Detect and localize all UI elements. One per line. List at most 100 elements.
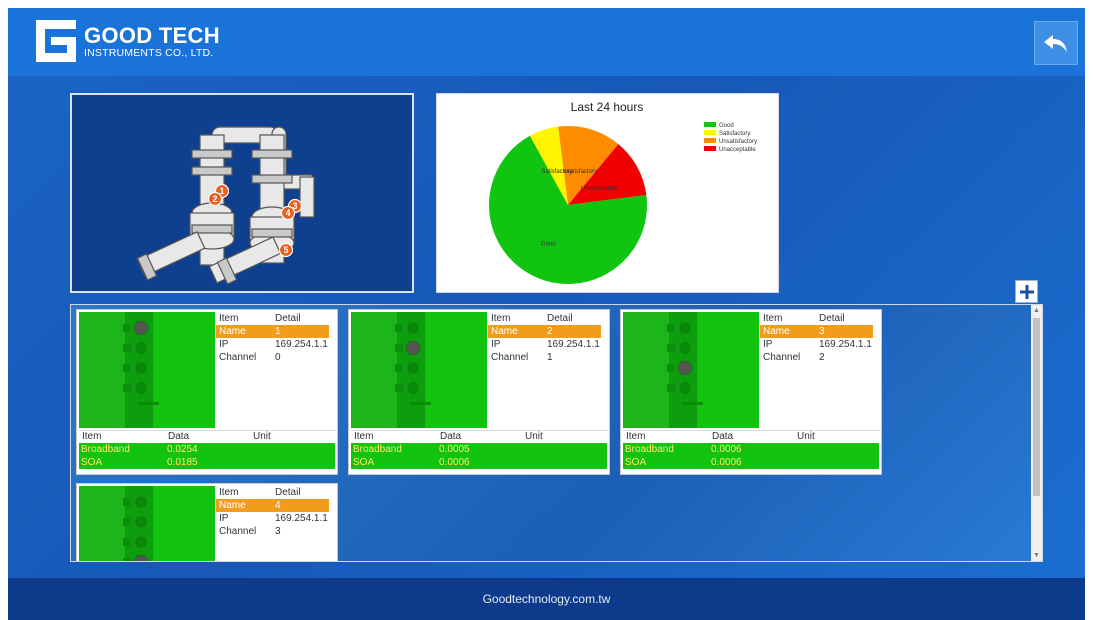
info-value: 4 bbox=[275, 500, 281, 511]
info-header-item: Item bbox=[219, 487, 239, 498]
measurement-header-unit: Unit bbox=[253, 431, 271, 442]
back-arrow-icon bbox=[1044, 35, 1067, 52]
measurement-header-data: Data bbox=[712, 431, 734, 442]
device-list-panel: Item Detail Name 1 IP 169.254.1.1 Channel 0 Item… bbox=[70, 304, 1043, 562]
info-value: 169.254.1.1 bbox=[547, 339, 600, 350]
brand: GOOD TECH INSTRUMENTS CO., LTD. bbox=[84, 23, 220, 60]
measurement-value: 0.0254 bbox=[167, 444, 198, 455]
measurement-header-unit: Unit bbox=[525, 431, 543, 442]
device-image bbox=[79, 486, 215, 561]
info-row: Name 2 bbox=[488, 325, 601, 338]
pipe-diagram-panel: 1 2 3 4 5 bbox=[70, 93, 414, 293]
measurement-header-row: Item Data Unit bbox=[79, 430, 337, 442]
measurement-row: SOA 0.0006 bbox=[351, 456, 607, 469]
back-button[interactable] bbox=[1034, 21, 1078, 65]
measurement-item: SOA bbox=[81, 457, 103, 468]
pipe-diagram: 1 2 3 4 5 bbox=[136, 126, 315, 285]
measurement-value: 0.0005 bbox=[439, 444, 470, 455]
device-card[interactable]: Item Detail Name 2 IP 169.254.1.1 Channel 1 Item… bbox=[348, 309, 610, 475]
info-value: 169.254.1.1 bbox=[819, 339, 872, 350]
info-header-row: Item Detail bbox=[216, 312, 338, 325]
info-header-detail: Detail bbox=[819, 313, 845, 324]
measurement-table: Item Data Unit Broadband 0.0254 SOA 0.0185 bbox=[79, 430, 337, 469]
measurement-value: 0.0006 bbox=[711, 457, 742, 468]
info-row: Channel 3 bbox=[216, 525, 338, 538]
info-key: IP bbox=[763, 339, 773, 350]
info-header-row: Item Detail bbox=[760, 312, 882, 325]
sensor-marker-2[interactable]: 2 bbox=[207, 191, 223, 207]
measurement-rows: Broadband 0.0254 SOA 0.0185 bbox=[79, 443, 335, 469]
info-value: 2 bbox=[547, 326, 553, 337]
legend-label: Unsatisfactory bbox=[719, 139, 757, 145]
device-card[interactable]: Item Detail Name 1 IP 169.254.1.1 Channel 0 Item… bbox=[76, 309, 338, 475]
measurement-value: 0.0006 bbox=[711, 444, 742, 455]
measurement-table: Item Data Unit Broadband 0.0005 SOA 0.0006 bbox=[351, 430, 609, 469]
measurement-row: Broadband 0.0005 bbox=[351, 443, 607, 456]
info-key: Channel bbox=[219, 352, 257, 363]
scroll-down-icon[interactable]: ▼ bbox=[1031, 550, 1042, 561]
sensor-marker-5[interactable]: 5 bbox=[278, 242, 294, 258]
info-key: Channel bbox=[219, 526, 257, 537]
info-key: IP bbox=[219, 513, 229, 524]
info-key: Name bbox=[219, 500, 246, 511]
device-card[interactable]: Item Detail Name 3 IP 169.254.1.1 Channel 2 Item… bbox=[620, 309, 882, 475]
device-image bbox=[351, 312, 487, 428]
header-bar: GOOD TECH INSTRUMENTS CO., LTD. bbox=[8, 8, 1085, 76]
info-key: Channel bbox=[491, 352, 529, 363]
sensor-marker-4[interactable]: 4 bbox=[280, 205, 296, 221]
info-key: Channel bbox=[763, 352, 801, 363]
device-image bbox=[351, 312, 487, 428]
info-row: Channel 1 bbox=[488, 351, 610, 364]
legend-swatch bbox=[704, 146, 716, 151]
scroll-thumb[interactable] bbox=[1033, 318, 1040, 496]
measurement-table: Item Data Unit Broadband 0.0006 SOA 0.0006 bbox=[623, 430, 881, 469]
info-value: 169.254.1.1 bbox=[275, 513, 328, 524]
pie-slice-label: Unacceptable bbox=[581, 186, 618, 192]
info-value: 3 bbox=[275, 526, 281, 537]
info-header-item: Item bbox=[763, 313, 783, 324]
device-image bbox=[79, 312, 215, 428]
info-value: 3 bbox=[819, 326, 825, 337]
footer-text: Goodtechnology.com.tw bbox=[482, 592, 611, 606]
info-row: Name 1 bbox=[216, 325, 329, 338]
measurement-header-unit: Unit bbox=[797, 431, 815, 442]
measurement-item: SOA bbox=[625, 457, 647, 468]
measurement-row: SOA 0.0185 bbox=[79, 456, 335, 469]
device-info-table: Item Detail Name 2 IP 169.254.1.1 Channel 1 bbox=[488, 312, 610, 364]
scroll-up-icon[interactable]: ▲ bbox=[1031, 305, 1042, 316]
device-info-table: Item Detail Name 3 IP 169.254.1.1 Channel 2 bbox=[760, 312, 882, 364]
measurement-item: Broadband bbox=[353, 444, 402, 455]
plus-icon bbox=[1019, 284, 1034, 299]
legend-label: Satisfactory bbox=[719, 131, 750, 137]
device-image bbox=[79, 312, 215, 428]
info-key: Name bbox=[491, 326, 518, 337]
pie-slice-label: Satisfactory bbox=[541, 169, 572, 175]
measurement-item: SOA bbox=[353, 457, 375, 468]
info-header-detail: Detail bbox=[275, 313, 301, 324]
device-image bbox=[623, 312, 759, 428]
chart-title: Last 24 hours bbox=[571, 100, 644, 114]
pie-slice-label: Good bbox=[541, 242, 556, 248]
legend-swatch bbox=[704, 122, 716, 127]
info-header-row: Item Detail bbox=[488, 312, 610, 325]
device-info-table: Item Detail Name 4 IP 169.254.1.1 Channel 3 bbox=[216, 486, 338, 538]
info-value: 169.254.1.1 bbox=[275, 339, 328, 350]
measurement-row: Broadband 0.0006 bbox=[623, 443, 879, 456]
info-header-item: Item bbox=[491, 313, 511, 324]
device-card[interactable]: Item Detail Name 4 IP 169.254.1.1 Channel 3 bbox=[76, 483, 338, 561]
info-value: 0 bbox=[275, 352, 281, 363]
info-row: IP 169.254.1.1 bbox=[760, 338, 882, 351]
device-image bbox=[623, 312, 759, 428]
legend-label: Good bbox=[719, 123, 734, 129]
pie-chart: Last 24 hours Unsatisfactory Unacceptable… bbox=[489, 100, 757, 284]
info-row: Name 3 bbox=[760, 325, 873, 338]
vertical-scrollbar[interactable]: ▲ ▼ bbox=[1031, 305, 1042, 561]
add-device-button[interactable] bbox=[1015, 280, 1038, 303]
device-info-table: Item Detail Name 1 IP 169.254.1.1 Channel 0 bbox=[216, 312, 338, 364]
info-header-detail: Detail bbox=[547, 313, 573, 324]
brand-name: GOOD TECH bbox=[84, 23, 220, 48]
measurement-header-data: Data bbox=[168, 431, 190, 442]
measurement-rows: Broadband 0.0006 SOA 0.0006 bbox=[623, 443, 879, 469]
measurement-item: Broadband bbox=[81, 444, 130, 455]
measurement-row: Broadband 0.0254 bbox=[79, 443, 335, 456]
